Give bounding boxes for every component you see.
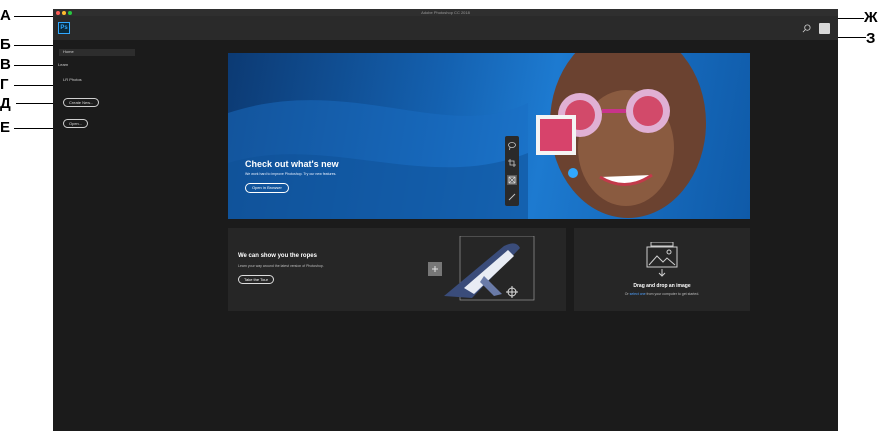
sidebar-item-lr-photos[interactable]: LR Photos	[63, 77, 82, 83]
sidebar: Home Learn LR Photos Create New... Open.…	[53, 40, 135, 431]
whats-new-banner: Check out what's new We work hard to imp…	[228, 53, 750, 219]
open-button[interactable]: Open...	[63, 119, 89, 128]
banner-subtitle: We work hard to improve Photoshop. Try o…	[245, 172, 337, 176]
callout-d: Д	[0, 95, 11, 112]
open-in-browser-button[interactable]: Open in Browser	[245, 183, 289, 193]
drop-card-subtitle-prefix: Or	[624, 292, 629, 296]
drop-card-title: Drag and drop an image	[633, 283, 691, 289]
callout-v: В	[0, 56, 11, 73]
sidebar-item-home[interactable]: Home	[63, 49, 74, 55]
banner-title: Check out what's new	[245, 159, 339, 169]
callout-g: Г	[0, 76, 9, 93]
tour-card: We can show you the ropes Learn your way…	[228, 228, 566, 311]
callout-a-line	[14, 16, 58, 17]
tool-strip	[505, 136, 519, 206]
banner-artwork	[228, 53, 706, 219]
lasso-icon	[508, 142, 516, 151]
frame-icon	[507, 175, 517, 185]
profile-button[interactable]	[819, 23, 830, 34]
photoshop-logo[interactable]: Ps	[58, 22, 70, 34]
sidebar-item-learn[interactable]: Learn	[58, 62, 68, 68]
crop-icon	[508, 159, 516, 167]
drop-card-subtitle-suffix: from your computer to get started.	[646, 292, 700, 296]
brush-icon	[508, 193, 516, 201]
callout-b: Б	[0, 36, 11, 53]
space-shuttle-illustration	[428, 236, 535, 301]
window-title: Adobe Photoshop CC 2018	[421, 10, 470, 15]
tour-card-subtitle: Learn your way around the latest version…	[238, 264, 324, 268]
image-drop-icon	[646, 242, 678, 277]
app-toolbar: Ps	[53, 16, 838, 40]
drop-card-subtitle: Or select one from your computer to get …	[574, 292, 750, 296]
title-bar: Adobe Photoshop CC 2018	[53, 9, 838, 16]
app-window: Adobe Photoshop CC 2018 Ps Home Learn LR…	[53, 9, 838, 431]
callout-z: З	[866, 30, 876, 47]
select-file-link[interactable]: select one	[630, 292, 646, 296]
callout-zh: Ж	[864, 9, 878, 26]
callout-e: Е	[0, 119, 11, 136]
tour-card-title: We can show you the ropes	[238, 253, 317, 259]
take-tour-button[interactable]: Take the Tour	[238, 275, 274, 284]
create-new-button[interactable]: Create New...	[63, 98, 100, 107]
search-icon[interactable]	[802, 24, 811, 33]
callout-a: А	[0, 7, 11, 24]
drop-card[interactable]: Drag and drop an image Or select one fro…	[574, 228, 750, 311]
